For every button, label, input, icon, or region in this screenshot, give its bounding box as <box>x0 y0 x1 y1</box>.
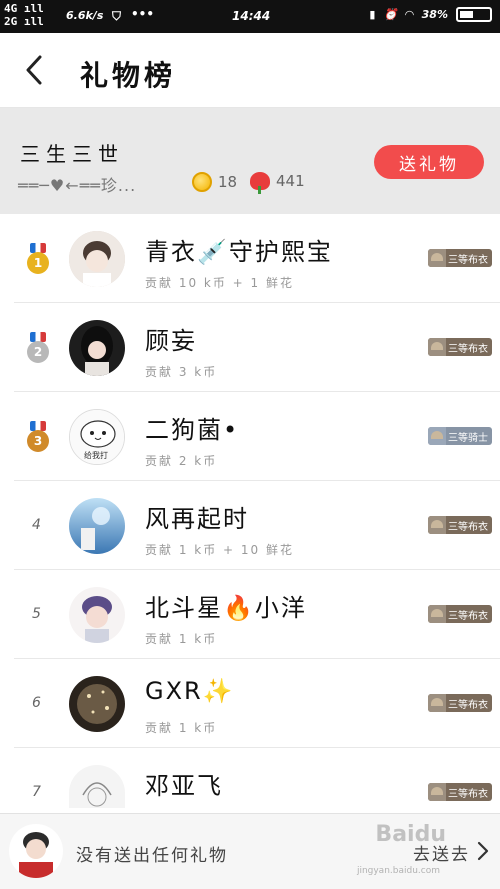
contribution: 贡献 3 k币 <box>145 365 218 379</box>
header: 礼物榜 <box>0 33 500 108</box>
avatar[interactable] <box>69 587 125 643</box>
rose-count: 441 <box>276 172 305 190</box>
contribution: 贡献 1 k币 <box>145 721 218 735</box>
gold-medal-icon: 1 <box>26 243 50 275</box>
contribution: 贡献 2 k币 <box>145 454 218 468</box>
battery-percent: 38% <box>421 8 448 21</box>
rank-number: 7 <box>32 784 41 800</box>
my-gift-status: 没有送出任何礼物 <box>76 846 228 866</box>
vpn-icon: ⛉ <box>112 9 122 23</box>
rank-badge: 三等布衣 <box>428 338 492 356</box>
rank-badge: 三等布衣 <box>428 605 492 623</box>
clock: 14:44 <box>232 9 271 23</box>
contribution: 贡献 10 k币 + 1 鲜花 <box>145 276 294 290</box>
back-button[interactable] <box>20 53 50 87</box>
rank-badge: 三等布衣 <box>428 249 492 267</box>
user-name: GXR✨ <box>145 677 235 705</box>
ranking-row[interactable]: 1 青衣💉守护熙宝 贡献 10 k币 + 1 鲜花 三等布衣 <box>14 214 500 303</box>
rank-number: 6 <box>32 695 41 711</box>
silver-medal-icon: 2 <box>26 332 50 364</box>
hat-icon <box>428 694 446 712</box>
ranking-row[interactable]: 4 风再起时 贡献 1 k币 + 10 鲜花 三等布衣 <box>14 481 500 570</box>
watermark-url: jingyan.baidu.com <box>356 866 440 876</box>
rose-icon <box>250 172 270 194</box>
ranking-row[interactable]: 7 邓亚飞 三等布衣 <box>14 748 500 808</box>
hat-icon <box>428 605 446 623</box>
ranking-list: 1 青衣💉守护熙宝 贡献 10 k币 + 1 鲜花 三等布衣 2 顾妄 贡献 3… <box>0 214 500 808</box>
go-send-link[interactable]: 去送去 <box>413 840 470 865</box>
avatar[interactable] <box>69 765 125 808</box>
hat-icon <box>428 783 446 801</box>
target-signature: ══─♥←══珍... <box>18 176 137 195</box>
ranking-row[interactable]: 5 北斗星🔥小洋 贡献 1 k币 三等布衣 <box>14 570 500 659</box>
avatar[interactable] <box>69 676 125 732</box>
rank-number: 4 <box>32 517 41 533</box>
my-gift-bar: 没有送出任何礼物 Baidu jingyan.baidu.com 去送去 <box>0 813 500 889</box>
user-name: 顾妄 <box>145 327 197 355</box>
avatar[interactable] <box>69 320 125 376</box>
avatar[interactable] <box>69 498 125 554</box>
battery-icon <box>456 7 492 22</box>
avatar[interactable]: 给我打 <box>69 409 125 465</box>
contribution: 贡献 1 k币 + 10 鲜花 <box>145 543 294 557</box>
user-name: 二狗菌• <box>145 416 240 444</box>
user-name: 风再起时 <box>145 505 249 533</box>
more-icon: ••• <box>131 7 155 21</box>
coin-count: 18 <box>218 173 238 191</box>
rank-badge: 三等布衣 <box>428 694 492 712</box>
status-bar: 4G ıll 2G ıll 6.6k/s ⛉ ••• 14:44 ▮ ⏰ ◠ 3… <box>0 0 500 33</box>
alarm-icon: ⏰ <box>383 8 398 21</box>
rank-number: 5 <box>32 606 41 622</box>
bronze-medal-icon: 3 <box>26 421 50 453</box>
rose-stat: 441 <box>250 172 305 194</box>
avatar[interactable] <box>69 231 125 287</box>
network-speed: 6.6k/s <box>66 9 104 22</box>
user-name: 青衣💉守护熙宝 <box>145 238 333 266</box>
hat-icon <box>428 338 446 356</box>
page-title: 礼物榜 <box>80 59 177 92</box>
wifi-icon: ◠ <box>405 8 414 21</box>
coin-icon <box>192 172 212 192</box>
ranking-row[interactable]: 3 给我打 二狗菌• 贡献 2 k币 三等骑士 <box>14 392 500 481</box>
network-indicator: 4G ıll 2G ıll <box>4 2 44 28</box>
rank-badge: 三等骑士 <box>428 427 492 445</box>
send-gift-button[interactable]: 送礼物 <box>374 145 484 179</box>
hat-icon <box>428 516 446 534</box>
user-name: 北斗星🔥小洋 <box>145 594 307 622</box>
rank-badge: 三等布衣 <box>428 783 492 801</box>
coin-stat: 18 <box>192 172 237 192</box>
user-name: 邓亚飞 <box>145 772 223 800</box>
target-name: 三生三世 <box>20 142 124 166</box>
hat-icon <box>428 249 446 267</box>
chevron-right-icon[interactable] <box>476 841 490 861</box>
helmet-icon <box>428 427 446 445</box>
contribution: 贡献 1 k币 <box>145 632 218 646</box>
charging-icon: ▮ <box>369 8 376 21</box>
ranking-row[interactable]: 2 顾妄 贡献 3 k币 三等布衣 <box>14 303 500 392</box>
ranking-row[interactable]: 6 GXR✨ 贡献 1 k币 三等布衣 <box>14 659 500 748</box>
chevron-left-icon <box>26 55 42 85</box>
rank-badge: 三等布衣 <box>428 516 492 534</box>
my-avatar[interactable] <box>9 824 63 878</box>
